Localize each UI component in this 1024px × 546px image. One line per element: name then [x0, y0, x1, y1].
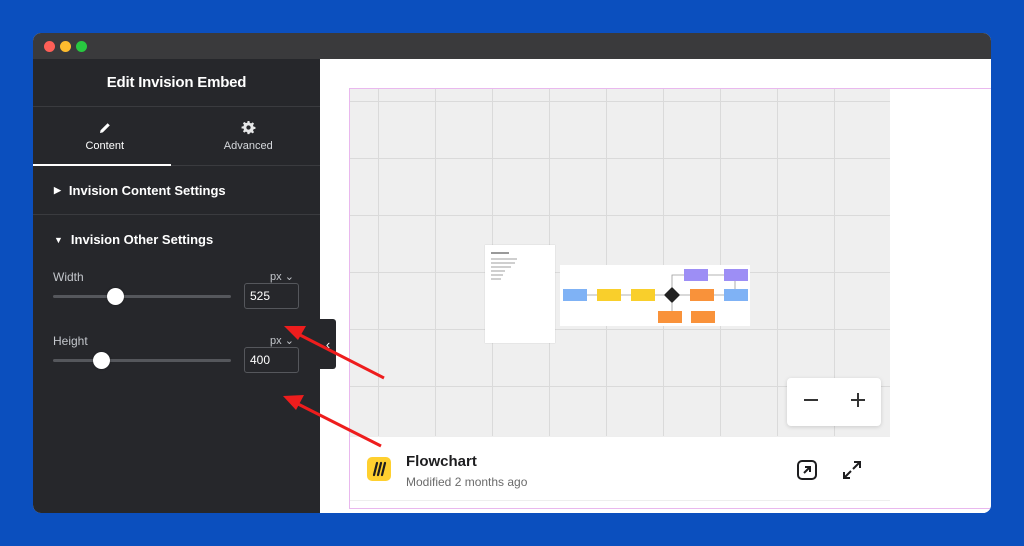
- notes-line: [491, 270, 505, 272]
- panel-header: Edit Invision Embed: [33, 59, 320, 107]
- active-tab-indicator: [33, 164, 171, 166]
- height-slider-handle[interactable]: [93, 352, 111, 369]
- height-input[interactable]: [244, 347, 299, 373]
- zoom-out-button[interactable]: [802, 388, 820, 416]
- panel-tabs: Content Advanced: [33, 107, 320, 166]
- section-content-settings-label: Invision Content Settings: [68, 182, 226, 198]
- board-canvas[interactable]: [350, 89, 890, 436]
- plus-icon: [850, 393, 865, 407]
- width-input[interactable]: [244, 283, 299, 309]
- open-board-button[interactable]: [796, 459, 818, 481]
- gear-icon: [241, 120, 256, 135]
- tab-content-label: Content: [85, 139, 125, 152]
- open-external-icon: [797, 460, 817, 480]
- modified-time: Modified 2 months ago: [406, 475, 528, 489]
- height-label: Height: [53, 334, 88, 348]
- tab-content[interactable]: Content: [33, 107, 177, 165]
- zoom-controls: [787, 378, 881, 426]
- notes-line: [491, 258, 517, 260]
- notes-title-line: [491, 252, 509, 254]
- caret-down-icon: ▼: [54, 234, 63, 245]
- section-content-settings[interactable]: ▶ Invision Content Settings: [33, 166, 320, 215]
- tab-advanced[interactable]: Advanced: [177, 107, 321, 165]
- flowchart-diagram: [560, 265, 750, 326]
- height-control: Height px ⌄: [33, 328, 320, 392]
- chevron-down-icon: ⌄: [284, 271, 294, 283]
- panel-title: Edit Invision Embed: [106, 74, 247, 91]
- board-notes-card: [485, 245, 555, 343]
- minus-icon: [803, 399, 818, 401]
- pencil-icon: [99, 122, 110, 133]
- app-window: Edit Invision Embed Content Advanced ▶ I…: [33, 33, 991, 513]
- miro-embed: Flowchart Modified 2 months ago: [350, 89, 890, 501]
- fullscreen-button[interactable]: [841, 459, 863, 481]
- width-unit-select[interactable]: px ⌄: [270, 270, 294, 283]
- width-slider-handle[interactable]: [107, 288, 125, 305]
- height-unit-select[interactable]: px ⌄: [270, 334, 294, 347]
- section-other-settings[interactable]: ▼ Invision Other Settings: [33, 215, 320, 264]
- zoom-in-button[interactable]: [849, 388, 867, 416]
- miro-logo-mark: [372, 461, 387, 477]
- height-slider[interactable]: [53, 352, 231, 369]
- caret-right-icon: ▶: [54, 184, 61, 195]
- maximize-window-button[interactable]: [76, 41, 87, 52]
- notes-line: [491, 278, 501, 280]
- collapse-panel-button[interactable]: ‹: [320, 319, 336, 369]
- width-slider[interactable]: [53, 288, 231, 305]
- section-other-settings-label: Invision Other Settings: [70, 232, 214, 247]
- title-bar: [33, 33, 991, 59]
- height-unit-label: px: [270, 335, 282, 347]
- expand-icon: [843, 461, 861, 479]
- board-name[interactable]: Flowchart: [406, 453, 477, 470]
- notes-line: [491, 274, 503, 276]
- close-window-button[interactable]: [44, 41, 55, 52]
- width-label: Width: [53, 270, 84, 284]
- width-control: Width px ⌄: [33, 264, 320, 328]
- notes-line: [491, 266, 511, 268]
- minimize-window-button[interactable]: [60, 41, 71, 52]
- editor-panel: Edit Invision Embed Content Advanced ▶ I…: [33, 59, 320, 513]
- chevron-left-icon: ‹: [325, 336, 331, 352]
- notes-line: [491, 262, 515, 264]
- miro-logo: [367, 457, 391, 481]
- chevron-down-icon: ⌄: [284, 335, 294, 347]
- embed-footer: Flowchart Modified 2 months ago: [350, 436, 890, 501]
- width-unit-label: px: [270, 271, 282, 283]
- preview-area: Flowchart Modified 2 months ago: [320, 59, 991, 513]
- tab-advanced-label: Advanced: [223, 140, 273, 152]
- flowchart-drawing: [563, 269, 748, 323]
